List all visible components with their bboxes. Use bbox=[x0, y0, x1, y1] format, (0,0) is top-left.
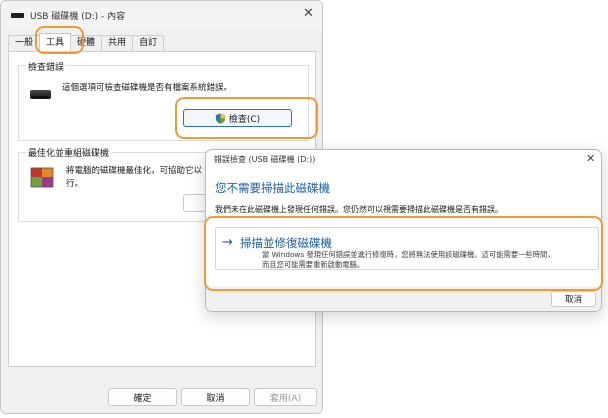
arrow-right-icon: → bbox=[222, 235, 233, 250]
tab-hardware[interactable]: 硬體 bbox=[70, 35, 103, 51]
error-checking-label: 檢查錯誤 bbox=[26, 60, 67, 73]
check-button[interactable]: 檢查(C) bbox=[183, 109, 292, 127]
uac-shield-icon bbox=[215, 112, 225, 124]
optimize-description-line2: 行。 bbox=[66, 179, 84, 189]
tab-strip: 一般 工具 硬體 共用 自訂 bbox=[8, 33, 165, 51]
error-dialog-heading: 您不需要掃描此磁碟機 bbox=[215, 181, 330, 195]
error-checking-group bbox=[18, 65, 309, 141]
tab-tools[interactable]: 工具 bbox=[39, 33, 72, 51]
scan-and-repair-title: 掃描並修復磁碟機 bbox=[240, 236, 332, 250]
properties-titlebar: USB 磁碟機 (D:) - 內容 bbox=[1, 1, 322, 29]
error-dialog-subtext: 我們未在此磁碟機上發現任何錯誤。您仍然可以視需要掃描此磁碟機是否有錯誤。 bbox=[215, 205, 503, 214]
error-dialog-close-icon[interactable]: ✕ bbox=[586, 153, 595, 164]
tab-sharing[interactable]: 共用 bbox=[101, 35, 134, 51]
tab-customize[interactable]: 自訂 bbox=[132, 35, 165, 51]
optimize-label: 最佳化並重組磁碟機 bbox=[26, 146, 112, 159]
hard-drive-icon bbox=[30, 90, 51, 99]
check-button-label: 檢查(C) bbox=[228, 114, 261, 125]
defrag-icon bbox=[30, 167, 54, 188]
apply-button[interactable]: 套用(A) bbox=[254, 388, 317, 406]
scan-and-repair-description-line1: 當 Windows 發現任何錯誤並進行修復時，您將無法使用該磁碟機。這可能需要一… bbox=[262, 250, 555, 259]
cancel-button[interactable]: 取消 bbox=[181, 388, 250, 406]
properties-title: USB 磁碟機 (D:) - 內容 bbox=[30, 11, 126, 22]
ok-button[interactable]: 確定 bbox=[108, 388, 177, 406]
error-checking-dialog: 錯誤檢查 (USB 磁碟機 (D:)) ✕ 您不需要掃描此磁碟機 我們未在此磁碟… bbox=[205, 149, 602, 312]
error-dialog-titlebar: 錯誤檢查 (USB 磁碟機 (D:)) bbox=[206, 150, 601, 168]
scan-and-repair-option[interactable]: → 掃描並修復磁碟機 當 Windows 發現任何錯誤並進行修復時，您將無法使用… bbox=[215, 227, 599, 270]
scan-and-repair-description-line2: 而且您可能需要重新啟動電腦。 bbox=[262, 260, 365, 269]
error-checking-description: 這個選項可檢查磁碟機是否有檔案系統錯誤。 bbox=[62, 83, 233, 93]
error-dialog-title: 錯誤檢查 (USB 磁碟機 (D:)) bbox=[214, 154, 316, 164]
tab-general[interactable]: 一般 bbox=[8, 35, 41, 51]
close-icon[interactable]: ✕ bbox=[303, 7, 314, 20]
optimize-description-line1: 將電腦的磁碟機最佳化，可協助它以 bbox=[66, 166, 203, 176]
error-dialog-footer bbox=[206, 286, 601, 311]
error-dialog-cancel-button[interactable]: 取消 bbox=[551, 291, 596, 307]
drive-icon bbox=[11, 12, 24, 18]
